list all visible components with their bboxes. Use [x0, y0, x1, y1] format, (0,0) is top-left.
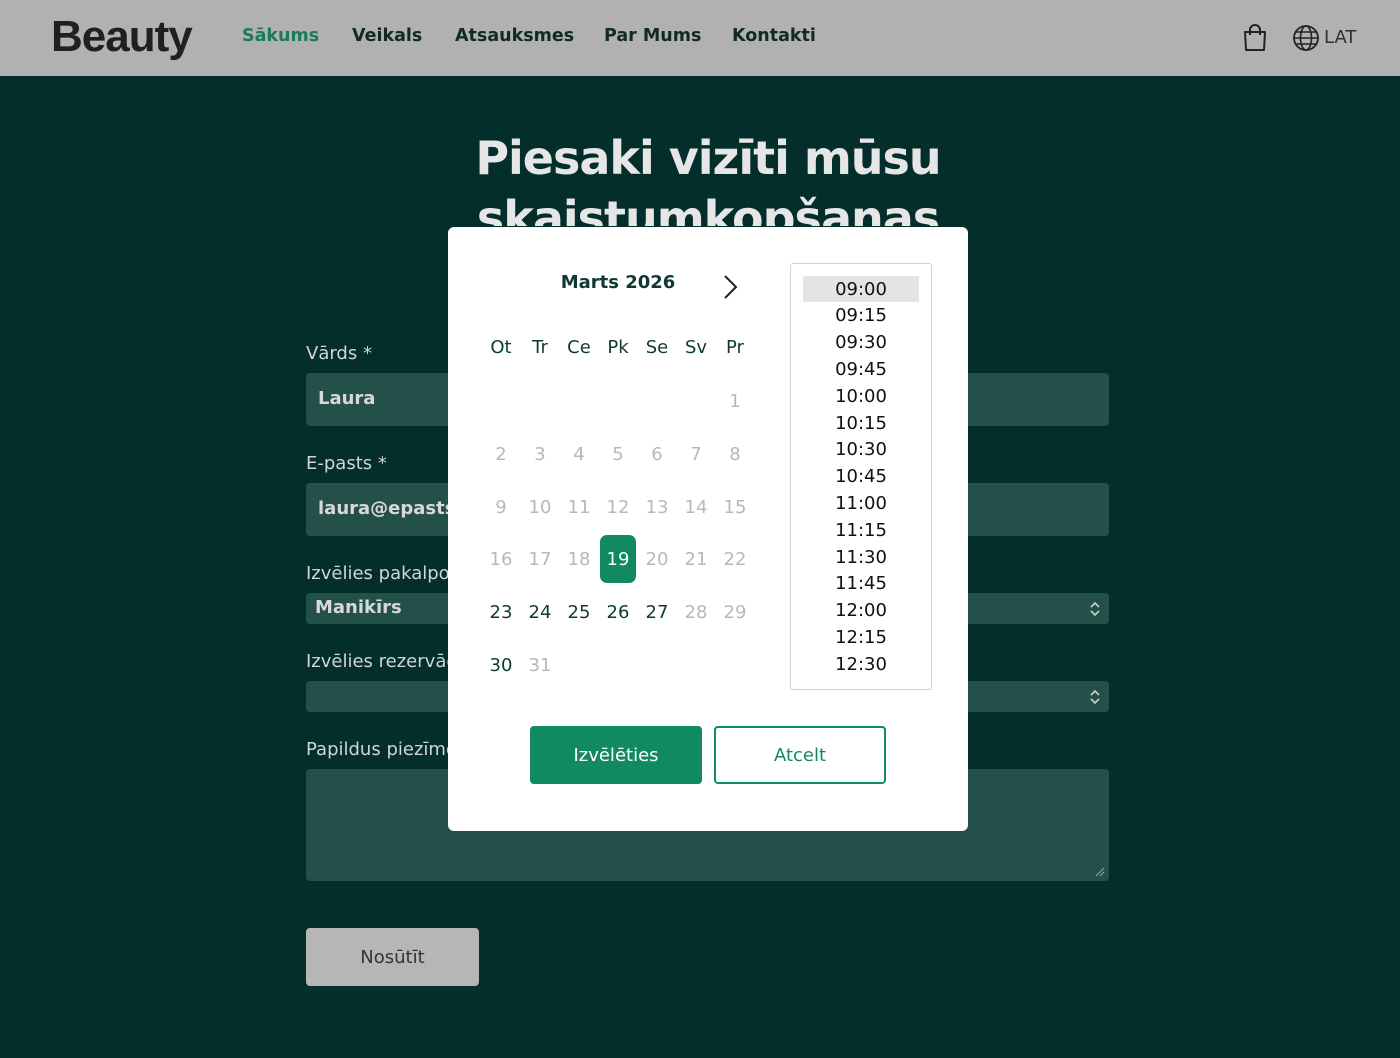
calendar-day: 16	[489, 548, 513, 570]
logo[interactable]: Beauty	[51, 12, 193, 62]
calendar-day: 9	[495, 496, 507, 518]
calendar-day-selected[interactable]: 19	[600, 535, 636, 583]
calendar-day: 1	[729, 390, 741, 412]
email-value: laura@epasts.	[318, 498, 463, 519]
chevron-right-icon[interactable]	[722, 274, 740, 300]
time-option[interactable]: 09:15	[803, 303, 919, 329]
calendar-day[interactable]: 27	[639, 588, 675, 636]
nav-item-atsauksmes[interactable]: Atsauksmes	[455, 26, 574, 46]
calendar-day: 4	[573, 443, 585, 465]
name-value: Laura	[318, 388, 376, 409]
calendar-day: 21	[684, 548, 708, 570]
calendar-day[interactable]: 23	[483, 588, 519, 636]
time-option[interactable]: 11:15	[803, 517, 919, 543]
nav-item-par-mums[interactable]: Par Mums	[604, 26, 701, 46]
calendar-day[interactable]: 26	[600, 588, 636, 636]
calendar-month-title: Marts 2026	[560, 272, 676, 293]
calendar-day: 13	[645, 496, 669, 518]
weekday-header: Pr	[726, 337, 744, 358]
time-option[interactable]: 10:30	[803, 437, 919, 463]
email-label: E-pasts *	[306, 453, 387, 474]
time-option[interactable]: 09:45	[803, 356, 919, 382]
calendar-day: 28	[684, 601, 708, 623]
service-label: Izvēlies pakalpoj	[306, 563, 455, 584]
calendar-day: 3	[534, 443, 546, 465]
time-option[interactable]: 10:45	[803, 464, 919, 490]
weekday-header: Pk	[607, 337, 629, 358]
calendar-day: 5	[612, 443, 624, 465]
submit-button[interactable]: Nosūtīt	[306, 928, 479, 986]
calendar-day: 31	[528, 654, 552, 676]
time-option[interactable]: 12:30	[803, 651, 919, 677]
weekday-header: Ot	[490, 337, 512, 358]
nav-item-sakums[interactable]: Sākums	[242, 26, 319, 46]
service-value: Manikīrs	[315, 597, 402, 618]
page-title: Piesaki vizīti mūsu skaistumkopšanas	[475, 131, 941, 226]
site-header: Beauty Sākums Veikals Atsauksmes Par Mum…	[0, 0, 1400, 76]
time-list[interactable]: 09:00 09:15 09:30 09:45 10:00 10:15 10:30 10:45…	[790, 263, 932, 690]
calendar-day[interactable]: 30	[483, 641, 519, 689]
select-arrows-icon	[1090, 689, 1100, 704]
time-option-selected[interactable]: 09:00	[803, 276, 919, 302]
language-selector[interactable]: LAT	[1324, 27, 1356, 48]
calendar-day: 2	[495, 443, 507, 465]
calendar-day: 11	[567, 496, 591, 518]
shopping-bag-icon[interactable]	[1242, 24, 1268, 52]
time-option[interactable]: 10:00	[803, 383, 919, 409]
calendar-day: 8	[729, 443, 741, 465]
calendar-day: 18	[567, 548, 591, 570]
calendar-day: 15	[723, 496, 747, 518]
choose-button[interactable]: Izvēlēties	[530, 726, 702, 784]
time-option[interactable]: 10:15	[803, 410, 919, 436]
calendar-day: 7	[690, 443, 702, 465]
calendar-day[interactable]: 24	[522, 588, 558, 636]
weekday-header: Sv	[684, 337, 708, 358]
time-option[interactable]: 11:30	[803, 544, 919, 570]
calendar-day: 10	[528, 496, 552, 518]
nav-item-kontakti[interactable]: Kontakti	[732, 26, 816, 46]
weekday-header: Ce	[567, 337, 591, 358]
cancel-button[interactable]: Atcelt	[714, 726, 886, 784]
time-option[interactable]: 12:00	[803, 598, 919, 624]
time-option[interactable]: 11:00	[803, 490, 919, 516]
calendar-day: 20	[645, 548, 669, 570]
weekday-header: Tr	[532, 337, 548, 358]
calendar-day: 22	[723, 548, 747, 570]
weekday-header: Se	[645, 337, 669, 358]
globe-icon[interactable]	[1292, 24, 1320, 52]
calendar-day: 12	[606, 496, 630, 518]
calendar-day: 29	[723, 601, 747, 623]
time-option[interactable]: 12:15	[803, 624, 919, 650]
calendar-day: 14	[684, 496, 708, 518]
calendar-day: 17	[528, 548, 552, 570]
name-label: Vārds *	[306, 343, 372, 364]
select-arrows-icon	[1090, 601, 1100, 616]
calendar-day[interactable]: 25	[561, 588, 597, 636]
reservation-label: Izvēlies rezervāc	[306, 651, 457, 672]
calendar-day: 6	[651, 443, 663, 465]
time-option[interactable]: 11:45	[803, 571, 919, 597]
resize-handle-icon[interactable]	[1095, 867, 1105, 877]
time-option[interactable]: 09:30	[803, 330, 919, 356]
nav-item-veikals[interactable]: Veikals	[352, 26, 422, 46]
notes-label: Papildus piezīme	[306, 739, 457, 760]
